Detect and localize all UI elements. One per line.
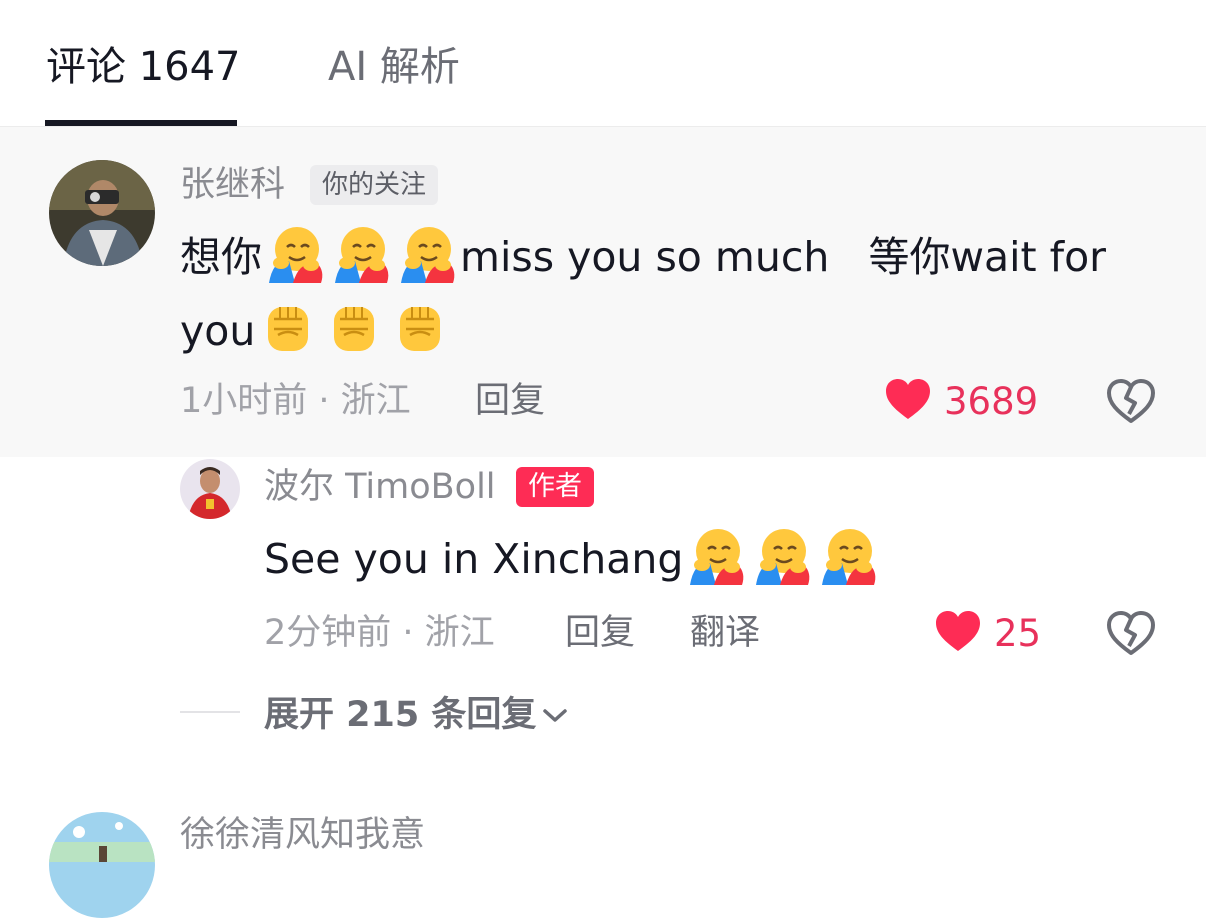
avatar[interactable] bbox=[180, 459, 240, 519]
expand-replies-label: 展开 215 条回复 bbox=[264, 695, 537, 735]
hugging-face-emoji bbox=[818, 527, 878, 587]
tab-comments[interactable]: 评论 1647 bbox=[46, 40, 241, 94]
reply-button[interactable]: 回复 bbox=[475, 378, 545, 424]
reply-time-location: 2分钟前 · 浙江 bbox=[264, 613, 495, 653]
raised-fist-emoji bbox=[324, 299, 384, 359]
heart-icon bbox=[934, 609, 982, 657]
expand-divider bbox=[180, 711, 240, 713]
reply-button[interactable]: 回复 bbox=[565, 610, 635, 656]
like-button[interactable]: 25 bbox=[934, 610, 1041, 656]
comment-text-part: you bbox=[180, 307, 256, 355]
like-count: 25 bbox=[994, 611, 1042, 655]
comment-username[interactable]: 徐徐清风知我意 bbox=[180, 812, 425, 858]
avatar[interactable] bbox=[49, 160, 155, 266]
like-button[interactable]: 3689 bbox=[884, 378, 1038, 424]
tab-ai-analysis[interactable]: AI 解析 bbox=[328, 40, 460, 94]
translate-button[interactable]: 翻译 bbox=[690, 610, 760, 656]
comment-text-part: miss you so much 等你wait for bbox=[460, 233, 1107, 281]
comment-text-part: 想你 bbox=[180, 233, 262, 281]
hugging-face-emoji bbox=[686, 527, 746, 587]
like-count: 3689 bbox=[944, 379, 1039, 423]
reply-username[interactable]: 波尔 TimoBoll bbox=[264, 464, 496, 510]
expand-replies-button[interactable]: 展开 215 条回复 bbox=[264, 690, 568, 738]
following-badge: 你的关注 bbox=[310, 165, 439, 205]
dislike-button[interactable] bbox=[1106, 610, 1156, 660]
broken-heart-icon bbox=[1106, 379, 1156, 428]
hugging-face-emoji bbox=[397, 225, 457, 285]
comment-text: 想你 miss you so much 等你wait for you bbox=[180, 220, 1140, 368]
raised-fist-emoji bbox=[390, 299, 450, 359]
reply-text: See you in Xinchang bbox=[264, 522, 1084, 596]
dislike-button[interactable] bbox=[1106, 378, 1156, 428]
chevron-down-icon bbox=[542, 690, 568, 736]
hugging-face-emoji bbox=[752, 527, 812, 587]
author-badge: 作者 bbox=[516, 467, 594, 507]
comment-username[interactable]: 张继科 bbox=[180, 162, 285, 208]
active-tab-indicator bbox=[45, 120, 237, 126]
comment-tabs: 评论 1647 AI 解析 bbox=[0, 0, 1206, 127]
comment-time-location: 1小时前 · 浙江 bbox=[180, 381, 411, 421]
heart-icon bbox=[884, 377, 932, 425]
broken-heart-icon bbox=[1106, 611, 1156, 660]
raised-fist-emoji bbox=[258, 299, 318, 359]
hugging-face-emoji bbox=[265, 225, 325, 285]
reply-text-part: See you in Xinchang bbox=[264, 535, 684, 583]
avatar[interactable] bbox=[49, 812, 155, 918]
hugging-face-emoji bbox=[331, 225, 391, 285]
